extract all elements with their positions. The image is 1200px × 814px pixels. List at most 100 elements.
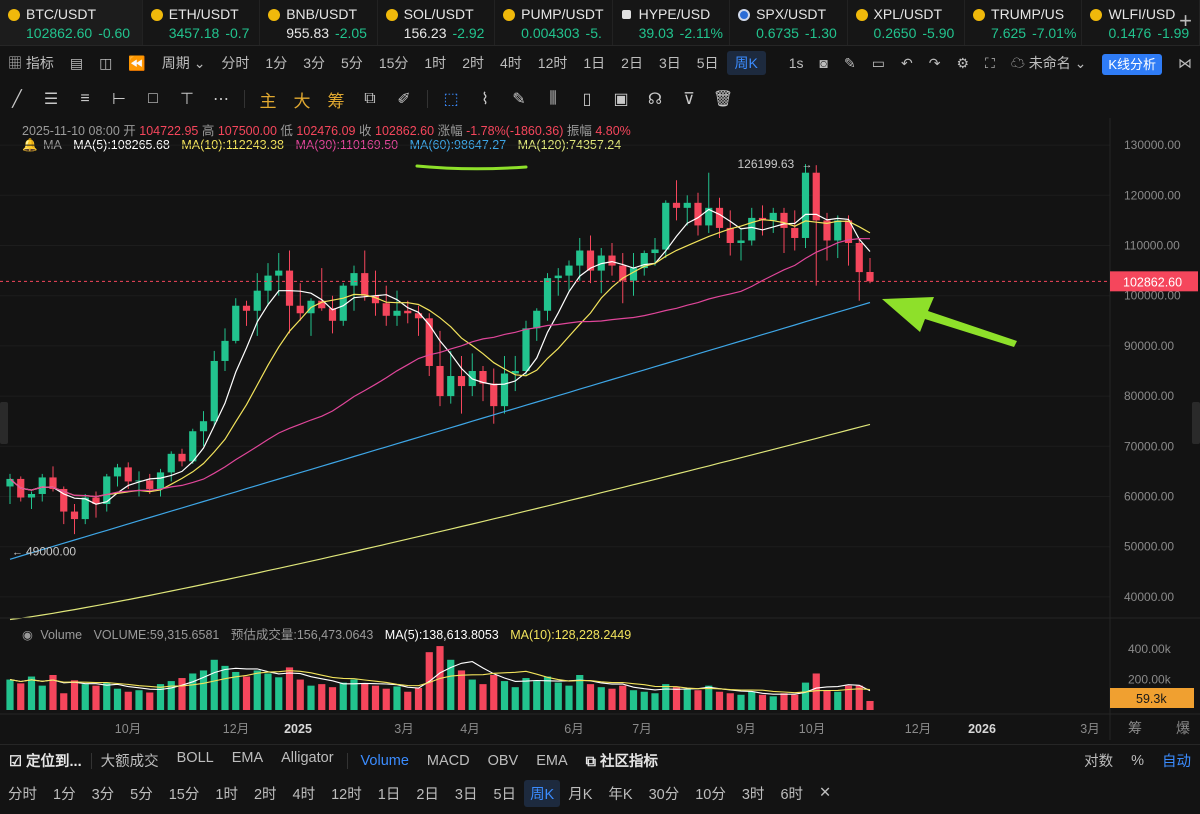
percent-scale-toggle[interactable]: % (1122, 753, 1153, 769)
bottom-interval-item[interactable]: 6时 (772, 783, 811, 804)
ticker-tab[interactable]: TRUMP/US 7.625 -7.01% (965, 0, 1083, 45)
eye-icon[interactable]: ◉ (22, 628, 33, 642)
main-chart-toggle[interactable]: 主 (251, 87, 285, 112)
trendline-icon[interactable]: ╱ (0, 89, 34, 109)
bottom-interval-item[interactable]: 10分 (687, 783, 734, 804)
rectangle-icon[interactable]: □ (136, 90, 170, 108)
more-tools-icon[interactable]: ⋯ (204, 89, 238, 109)
interval-8[interactable]: 12时 (530, 53, 576, 73)
chip-icon[interactable]: 筹 (1128, 720, 1142, 736)
vertical-line-icon[interactable]: ⊤ (170, 89, 204, 109)
bottom-interval-item[interactable]: 年K (600, 783, 640, 804)
camera-icon[interactable]: ◙ (812, 55, 836, 71)
main-indicator-item[interactable]: EMA (223, 750, 272, 771)
main-indicator-item[interactable]: BOLL (168, 750, 223, 771)
interval-1[interactable]: 1分 (257, 53, 295, 73)
bottom-interval-item[interactable]: 5日 (485, 783, 524, 804)
chip-distribution-toggle[interactable]: 筹 (319, 87, 353, 112)
bottom-interval-item[interactable]: 2时 (246, 783, 285, 804)
bottom-interval-item[interactable]: 4时 (285, 783, 324, 804)
bottom-interval-item[interactable]: 12时 (323, 783, 370, 804)
horizontal-line-icon[interactable]: ⊢ (102, 89, 136, 109)
main-indicator-item[interactable]: Alligator (272, 750, 342, 771)
trash-icon[interactable]: 🗑 (706, 89, 740, 109)
magnet-icon[interactable]: ☊ (638, 89, 672, 109)
compare-icon[interactable]: ⧉ (353, 90, 387, 108)
bottom-interval-item[interactable]: 3日 (447, 783, 486, 804)
ticker-tab[interactable]: SPX/USDT 0.6735 -1.30 (730, 0, 848, 45)
locate-button[interactable]: ☑ 定位到... (0, 750, 91, 771)
left-panel-handle[interactable] (0, 402, 8, 444)
calendar-icon[interactable]: ▤ (62, 55, 91, 72)
explode-icon[interactable]: 爆 (1176, 720, 1190, 736)
interval-7[interactable]: 4时 (492, 53, 530, 73)
ticker-tab[interactable]: PUMP/USDT 0.004303 -5. (495, 0, 613, 45)
layout-icon[interactable]: ◫ (91, 55, 120, 72)
ticker-tab[interactable]: XPL/USDT 0.2650 -5.90 (848, 0, 966, 45)
bottom-interval-item[interactable]: 5分 (122, 783, 161, 804)
bottom-interval-item[interactable]: 30分 (641, 783, 688, 804)
fib-lines-icon[interactable]: ≡ (68, 90, 102, 108)
cloud-layout-dropdown[interactable]: ☁ 未命名 ⌄ (1003, 53, 1095, 73)
ruler-icon[interactable]: ⌇ (468, 89, 502, 109)
settings-icon[interactable]: ⚙ (948, 55, 977, 72)
interval-12[interactable]: 5日 (689, 53, 727, 73)
bottom-interval-item[interactable]: 分时 (0, 783, 45, 804)
bottom-interval-item[interactable]: 周K (524, 779, 561, 807)
price-chart[interactable]: 130000.00120000.00110000.00100000.009000… (0, 118, 1200, 740)
sub-indicator-item[interactable]: EMA (527, 753, 576, 769)
ticker-tab[interactable]: BNB/USDT 955.83 -2.05 (260, 0, 378, 45)
interval-4[interactable]: 15分 (371, 53, 417, 73)
parallel-lines-icon[interactable]: ☰ (34, 89, 68, 109)
draw-icon[interactable]: ✎ (502, 89, 536, 109)
interval-9[interactable]: 1日 (575, 53, 613, 73)
bottom-interval-item[interactable]: 3分 (84, 783, 123, 804)
interval-13[interactable]: 周K (726, 51, 766, 75)
period-dropdown[interactable]: 周期 ⌄ (154, 53, 214, 73)
bottom-interval-item[interactable]: 月K (560, 783, 600, 804)
share-icon[interactable]: ⋈ (1170, 55, 1200, 72)
right-panel-handle[interactable] (1192, 402, 1200, 444)
interval-2[interactable]: 3分 (295, 53, 333, 73)
main-indicator-item[interactable]: 大额成交 (92, 750, 168, 771)
candle-icon[interactable]: ⫼ (536, 90, 570, 108)
note-tool-icon[interactable]: ▯ (570, 89, 604, 109)
ticker-tab[interactable]: BTC/USDT 102862.60 -0.60 (0, 0, 143, 45)
interval-3[interactable]: 5分 (333, 53, 371, 73)
large-trades-toggle[interactable]: 大 (285, 87, 319, 112)
community-indicators-button[interactable]: ⧉ 社区指标 (577, 750, 667, 771)
redo-icon[interactable]: ↷ (921, 55, 949, 72)
interval-5[interactable]: 1时 (416, 53, 454, 73)
cursor-icon[interactable]: ⬚ (434, 89, 468, 109)
auto-scale-toggle[interactable]: 自动 (1153, 750, 1200, 771)
add-tab-icon[interactable]: + (1179, 8, 1192, 34)
bottom-interval-item[interactable]: 1时 (207, 783, 246, 804)
interval-11[interactable]: 3日 (651, 53, 689, 73)
sub-indicator-item[interactable]: MACD (418, 753, 479, 769)
sub-indicator-item[interactable]: OBV (479, 753, 528, 769)
bottom-interval-item[interactable]: 1分 (45, 783, 84, 804)
refresh-rate[interactable]: 1s (781, 55, 812, 71)
ticker-tab[interactable]: ETH/USDT 3457.18 -0.7 (143, 0, 261, 45)
ticker-tab[interactable]: HYPE/USD 39.03 -2.11% (613, 0, 731, 45)
close-icon[interactable]: ✕ (811, 785, 839, 801)
interval-6[interactable]: 2时 (454, 53, 492, 73)
log-scale-toggle[interactable]: 对数 (1075, 750, 1122, 771)
note-icon[interactable]: ▭ (864, 55, 893, 72)
replay-icon[interactable]: ⏪ (120, 55, 153, 72)
fullscreen-icon[interactable]: ⛶ (977, 55, 1003, 72)
interval-0[interactable]: 分时 (213, 53, 257, 73)
kline-analysis-button[interactable]: K线分析 (1102, 53, 1162, 75)
bottom-interval-item[interactable]: 3时 (734, 783, 773, 804)
brush-icon[interactable]: ✐ (387, 89, 421, 109)
ticker-tab[interactable]: SOL/USDT 156.23 -2.92 (378, 0, 496, 45)
undo-icon[interactable]: ↶ (893, 55, 921, 72)
bottom-interval-item[interactable]: 1日 (370, 783, 409, 804)
filter-icon[interactable]: ⊽ (672, 89, 706, 109)
bottom-interval-item[interactable]: 15分 (161, 783, 208, 804)
pencil-icon[interactable]: ✎ (836, 55, 864, 72)
interval-10[interactable]: 2日 (613, 53, 651, 73)
measure-icon[interactable]: ▣ (604, 89, 638, 109)
bottom-interval-item[interactable]: 2日 (408, 783, 447, 804)
sub-indicator-item[interactable]: Volume (352, 753, 418, 769)
